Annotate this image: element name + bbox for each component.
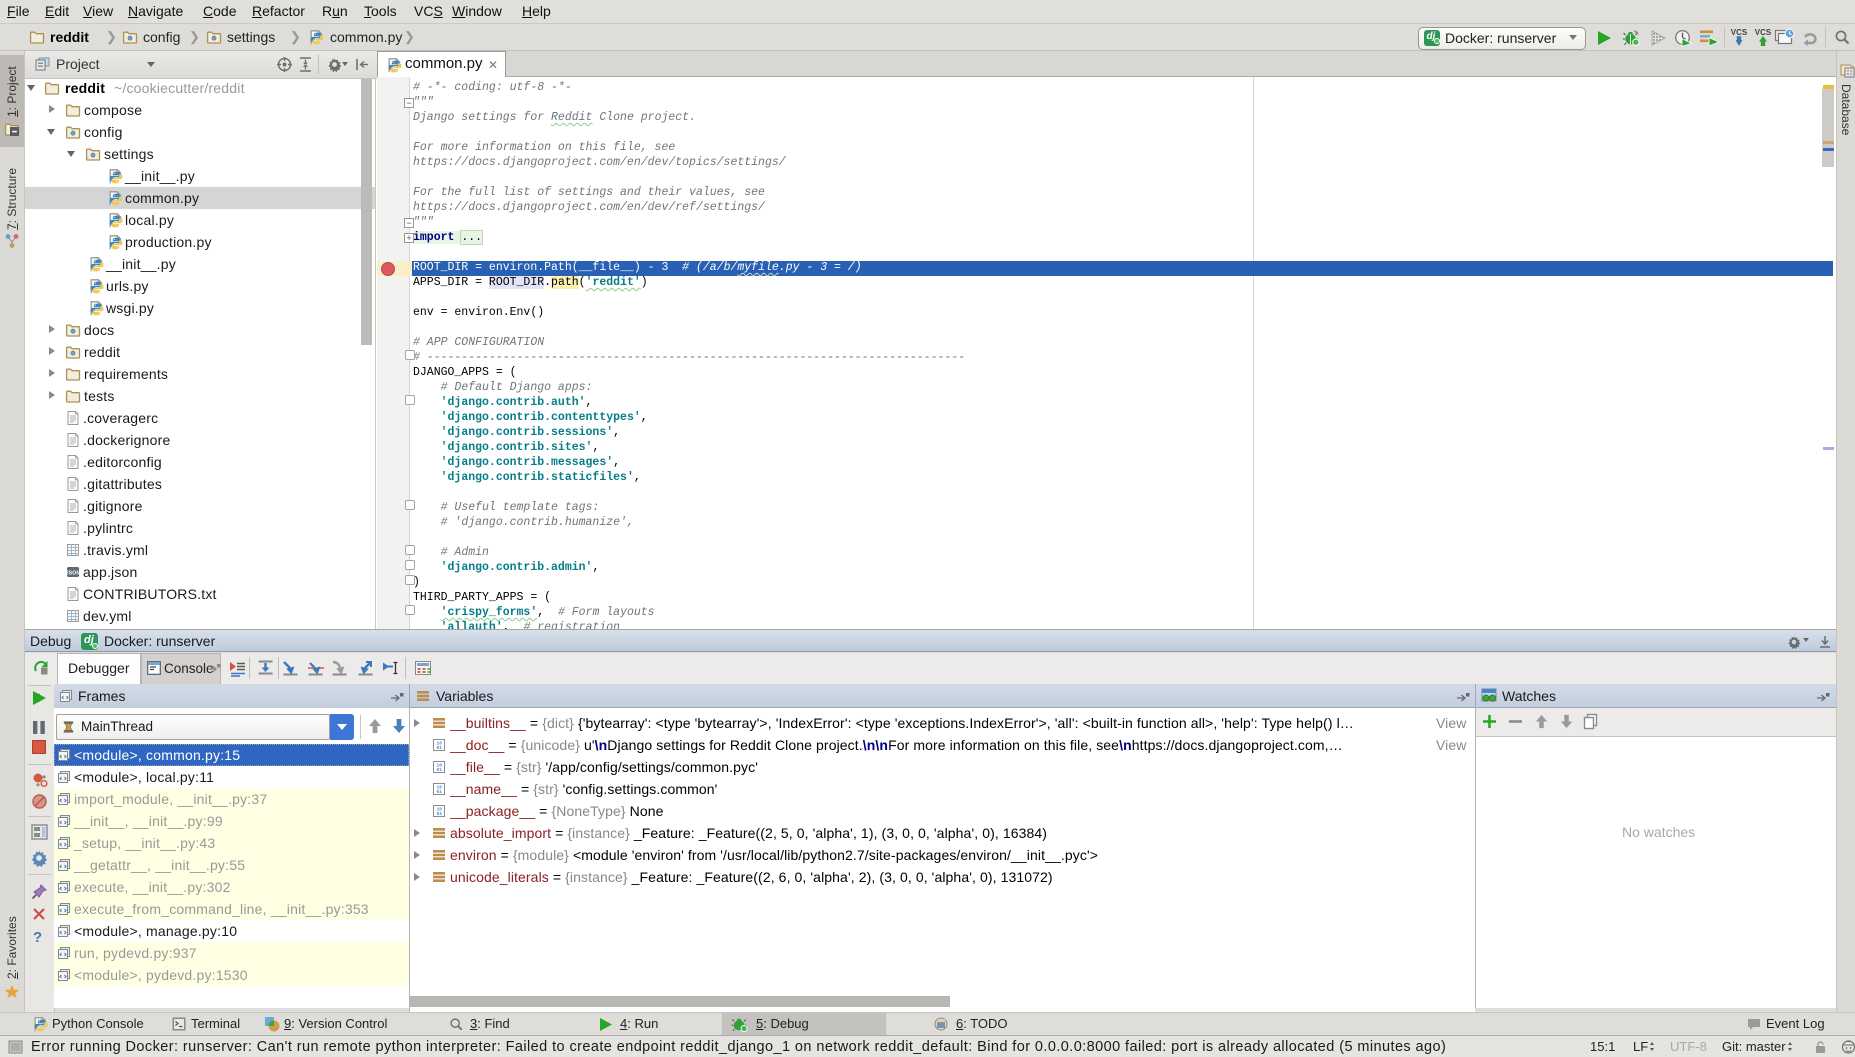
svg-text:VCS: VCS — [1731, 28, 1748, 37]
svg-text:VCS: VCS — [1755, 28, 1772, 37]
